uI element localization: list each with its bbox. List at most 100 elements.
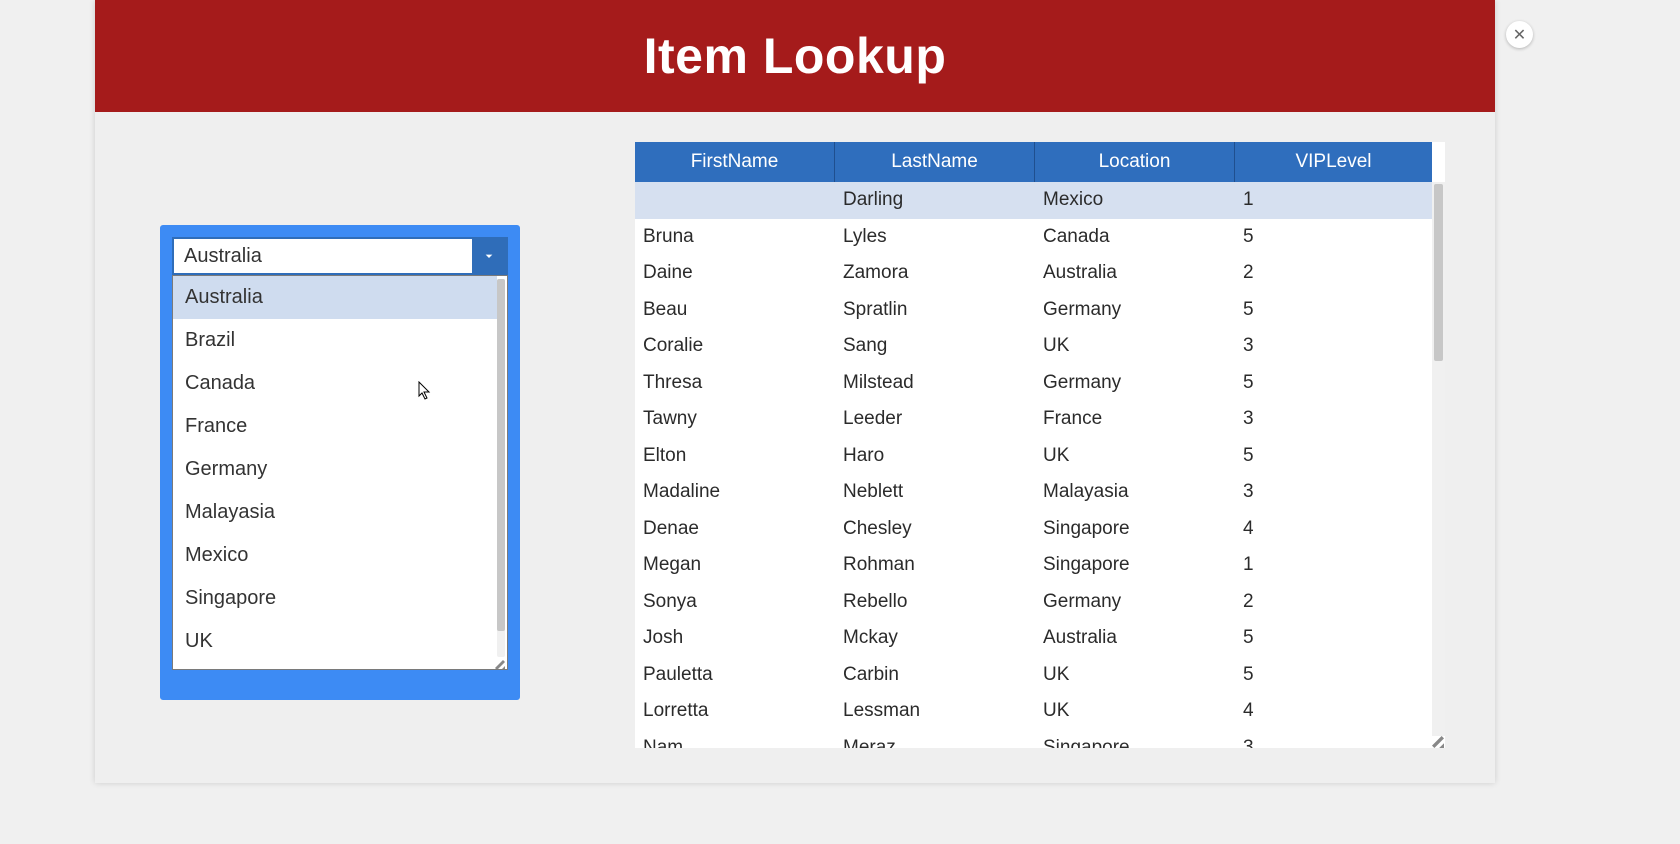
list-item[interactable]: Canada [173, 362, 497, 405]
resize-handle-icon [1432, 735, 1445, 748]
table-row[interactable]: PaulettaCarbinUK5 [635, 657, 1432, 694]
table-cell: Pauletta [635, 664, 835, 686]
table-cell: 1 [1235, 554, 1432, 576]
table-cell: Singapore [1035, 554, 1235, 576]
table-cell: UK [1035, 445, 1235, 467]
table-cell: Singapore [1035, 518, 1235, 540]
column-header-firstname[interactable]: FirstName [635, 142, 835, 182]
table-cell: 3 [1235, 408, 1432, 430]
close-icon: ✕ [1513, 25, 1526, 45]
list-item[interactable]: Malayasia [173, 491, 497, 534]
table-row[interactable]: CoralieSangUK3 [635, 328, 1432, 365]
page-title: Item Lookup [644, 27, 947, 85]
table-cell: 5 [1235, 664, 1432, 686]
table-cell: Denae [635, 518, 835, 540]
content-area: Australia AustraliaBrazilCanadaFranceGer… [95, 112, 1495, 783]
table-cell: 2 [1235, 262, 1432, 284]
chevron-down-icon[interactable] [472, 239, 506, 273]
table-cell: 5 [1235, 445, 1432, 467]
location-combobox[interactable]: Australia [172, 237, 508, 275]
location-listbox[interactable]: AustraliaBrazilCanadaFranceGermanyMalaya… [172, 275, 508, 670]
table-cell: Lyles [835, 226, 1035, 248]
table-cell: Lessman [835, 700, 1035, 722]
column-header-lastname[interactable]: LastName [835, 142, 1035, 182]
table-cell: Chesley [835, 518, 1035, 540]
resize-handle-icon [495, 657, 505, 667]
location-filter-card: Australia AustraliaBrazilCanadaFranceGer… [160, 225, 520, 700]
table-cell: UK [1035, 664, 1235, 686]
table-cell: Meraz [835, 737, 1035, 748]
table-cell: UK [1035, 335, 1235, 357]
table-row[interactable]: EltonHaroUK5 [635, 438, 1432, 475]
table-row[interactable]: MadalineNeblettMalayasia3 [635, 474, 1432, 511]
table-cell: Haro [835, 445, 1035, 467]
table-cell: 3 [1235, 737, 1432, 748]
combobox-selected-value: Australia [174, 245, 472, 268]
table-cell: Australia [1035, 262, 1235, 284]
column-header-viplevel[interactable]: VIPLevel [1235, 142, 1432, 182]
table-cell: Milstead [835, 372, 1035, 394]
table-row[interactable]: LorrettaLessmanUK4 [635, 693, 1432, 730]
dialog: ✕ Item Lookup Australia AustraliaBrazilC… [95, 0, 1495, 783]
table-cell: Megan [635, 554, 835, 576]
table-row[interactable]: DaineZamoraAustralia2 [635, 255, 1432, 292]
list-item[interactable]: Germany [173, 448, 497, 491]
table-cell: 5 [1235, 299, 1432, 321]
list-item[interactable]: Australia [173, 276, 497, 319]
table-row[interactable]: ThresaMilsteadGermany5 [635, 365, 1432, 402]
table-header: FirstName LastName Location VIPLevel [635, 142, 1445, 182]
table-cell: 3 [1235, 481, 1432, 503]
table-cell: Zamora [835, 262, 1035, 284]
close-button[interactable]: ✕ [1506, 21, 1533, 48]
table-cell: Germany [1035, 299, 1235, 321]
scrollbar-thumb[interactable] [1434, 184, 1443, 361]
table-row[interactable]: DenaeChesleySingapore4 [635, 511, 1432, 548]
table-row[interactable]: TawnyLeederFrance3 [635, 401, 1432, 438]
results-table: FirstName LastName Location VIPLevel Dar… [635, 142, 1445, 748]
table-cell: Leeder [835, 408, 1035, 430]
table-cell: Rebello [835, 591, 1035, 613]
table-row[interactable]: SonyaRebelloGermany2 [635, 584, 1432, 621]
table-row[interactable]: JoshMckayAustralia5 [635, 620, 1432, 657]
table-cell: Neblett [835, 481, 1035, 503]
table-cell: Sang [835, 335, 1035, 357]
listbox-scrollbar[interactable] [497, 279, 505, 657]
header: Item Lookup [95, 0, 1495, 112]
list-item[interactable]: France [173, 405, 497, 448]
table-cell: 5 [1235, 372, 1432, 394]
scrollbar-thumb[interactable] [497, 279, 505, 631]
table-cell: 5 [1235, 226, 1432, 248]
table-cell: Malayasia [1035, 481, 1235, 503]
table-row[interactable]: BrunaLylesCanada5 [635, 219, 1432, 256]
table-cell: 2 [1235, 591, 1432, 613]
table-cell: Josh [635, 627, 835, 649]
table-cell: Tawny [635, 408, 835, 430]
table-cell: Madaline [635, 481, 835, 503]
table-cell: Germany [1035, 591, 1235, 613]
table-cell: 5 [1235, 627, 1432, 649]
table-row[interactable]: NamMerazSingapore3 [635, 730, 1432, 749]
list-item[interactable]: Brazil [173, 319, 497, 362]
table-cell: Darling [835, 189, 1035, 211]
table-cell: Spratlin [835, 299, 1035, 321]
table-cell: UK [1035, 700, 1235, 722]
list-item[interactable]: Singapore [173, 577, 497, 620]
table-cell: Nam [635, 737, 835, 748]
table-cell: Sonya [635, 591, 835, 613]
list-item[interactable]: Mexico [173, 534, 497, 577]
table-cell: Mckay [835, 627, 1035, 649]
table-row[interactable]: BeauSpratlinGermany5 [635, 292, 1432, 329]
table-cell: France [1035, 408, 1235, 430]
list-item[interactable]: UK [173, 620, 497, 663]
table-cell: Bruna [635, 226, 835, 248]
column-header-location[interactable]: Location [1035, 142, 1235, 182]
table-cell: Canada [1035, 226, 1235, 248]
table-cell: 3 [1235, 335, 1432, 357]
table-cell: Rohman [835, 554, 1035, 576]
table-cell: Elton [635, 445, 835, 467]
table-scrollbar[interactable] [1432, 182, 1445, 736]
table-row[interactable]: DarlingMexico1 [635, 182, 1432, 219]
table-cell: Mexico [1035, 189, 1235, 211]
table-cell: Australia [1035, 627, 1235, 649]
table-row[interactable]: MeganRohmanSingapore1 [635, 547, 1432, 584]
